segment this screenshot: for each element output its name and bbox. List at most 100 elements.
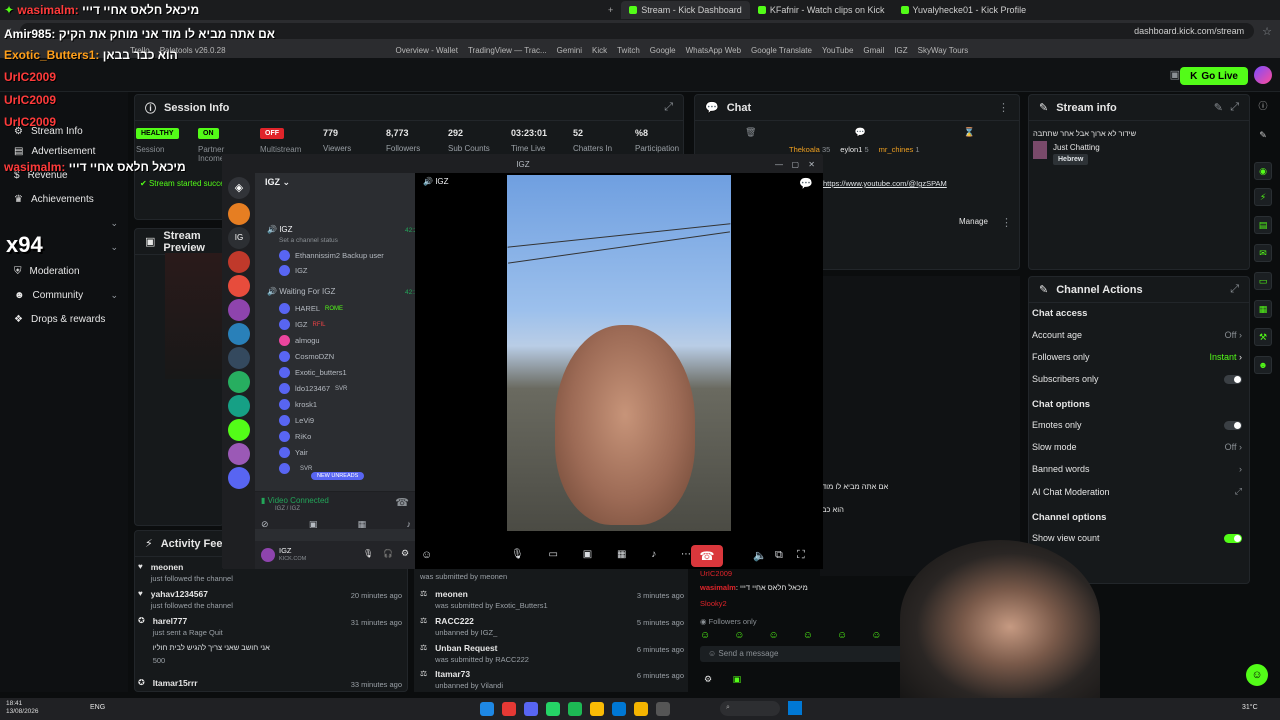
banned-words-row[interactable]: Banned words ›: [1032, 464, 1242, 474]
mic-icon[interactable]: 🎙: [363, 549, 373, 558]
chat-fab[interactable]: ☺: [1246, 664, 1268, 686]
soundboard-icon[interactable]: ♪: [406, 519, 411, 530]
subscribers-only-row[interactable]: Subscribers only: [1032, 374, 1242, 384]
voice-user[interactable]: LeVi9: [279, 415, 314, 426]
activities-icon[interactable]: ▦: [358, 519, 367, 530]
sidebar-item-moderation[interactable]: ⛨ Moderation: [14, 266, 80, 277]
edit-icon[interactable]: ✎: [1214, 101, 1223, 114]
emote-icon[interactable]: ☺: [700, 630, 710, 641]
voice-channel-header[interactable]: 🔊 Waiting For IGZ: [267, 287, 335, 296]
kick-icon[interactable]: ▣: [733, 674, 742, 684]
server-icon[interactable]: [228, 419, 250, 441]
mic-icon[interactable]: 🎙: [511, 549, 524, 560]
emotes-only-row[interactable]: Emotes only: [1032, 420, 1242, 430]
close-icon[interactable]: ✕: [808, 160, 815, 169]
server-icon[interactable]: [228, 203, 250, 225]
bookmark-item[interactable]: Gemini: [557, 46, 582, 55]
chevron-down-icon[interactable]: ⌄: [110, 290, 118, 301]
app-icon[interactable]: [634, 702, 648, 716]
clock[interactable]: 18:41 13/08/2026: [6, 700, 39, 716]
weather[interactable]: 31°C: [1242, 704, 1258, 711]
grid-icon[interactable]: ▦: [1254, 300, 1272, 318]
app-icon[interactable]: [502, 702, 516, 716]
server-icon[interactable]: [228, 275, 250, 297]
pinned-message[interactable]: https://www.youtube.com/@IgzSPAM: [823, 179, 947, 188]
emote-icon[interactable]: ☺: [734, 630, 744, 641]
server-icon[interactable]: [228, 347, 250, 369]
hang-up-button[interactable]: ☎: [691, 545, 723, 567]
bolt-icon[interactable]: ⚡: [1254, 188, 1272, 206]
windows-start-icon[interactable]: [788, 701, 802, 715]
minimize-icon[interactable]: —: [775, 160, 783, 169]
voice-user[interactable]: SVR: [279, 463, 312, 474]
soundboard-icon[interactable]: ♪: [651, 549, 656, 560]
go-live-button[interactable]: K Go Live: [1180, 67, 1248, 85]
more-icon[interactable]: ⋯: [681, 549, 691, 560]
sidebar-item-community[interactable]: ☻ Community: [14, 290, 83, 301]
avatar[interactable]: [261, 548, 275, 562]
chevron-down-icon[interactable]: ⌄: [110, 218, 118, 229]
avatar[interactable]: [1254, 66, 1272, 84]
clip-icon[interactable]: ▤: [1254, 216, 1272, 234]
language-indicator[interactable]: ENG: [90, 704, 105, 711]
server-icon[interactable]: [228, 323, 250, 345]
app-icon[interactable]: [612, 702, 626, 716]
headphones-icon[interactable]: 🎧: [383, 549, 393, 558]
voice-user[interactable]: HAREL ROME: [279, 303, 343, 314]
sidebar-item-advertisement[interactable]: ▤ Advertisement: [14, 146, 95, 157]
gear-icon[interactable]: ⚙: [401, 548, 409, 559]
bookmark-item[interactable]: Kick: [592, 46, 607, 55]
bookmark-item[interactable]: Twitch: [617, 46, 640, 55]
people-icon[interactable]: ☻: [1254, 356, 1272, 374]
discord-home-icon[interactable]: ◈: [228, 177, 250, 199]
bookmark-item[interactable]: YouTube: [822, 46, 853, 55]
server-icon[interactable]: [228, 443, 250, 465]
server-icon[interactable]: [228, 371, 250, 393]
pencil-icon[interactable]: ✎: [1254, 126, 1272, 144]
emote-icon[interactable]: ☺: [769, 630, 779, 641]
popout-icon[interactable]: ⧉: [775, 549, 783, 562]
screen-share-icon[interactable]: ▣: [583, 549, 592, 560]
voice-user[interactable]: Ethannissim2 Backup user: [279, 250, 384, 261]
camera-icon[interactable]: ◉: [1254, 162, 1272, 180]
app-icon[interactable]: [568, 702, 582, 716]
server-icon[interactable]: [228, 395, 250, 417]
server-icon[interactable]: [228, 299, 250, 321]
sidebar-item-drops[interactable]: ❖ Drops & rewards: [14, 314, 105, 325]
bookmark-item[interactable]: Google: [650, 46, 676, 55]
voice-user[interactable]: Yair: [279, 447, 308, 458]
manage-button[interactable]: Manage: [959, 217, 988, 226]
browser-tab-clips[interactable]: KFafnir - Watch clips on Kick: [750, 1, 893, 19]
expand-icon[interactable]: ⤢: [1230, 101, 1239, 114]
chat-icon[interactable]: 💬: [799, 177, 813, 190]
app-icon[interactable]: [480, 702, 494, 716]
app-icon[interactable]: [656, 702, 670, 716]
taskbar-search[interactable]: ⌕: [720, 701, 780, 716]
server-icon[interactable]: IG: [228, 227, 250, 249]
gear-icon[interactable]: ⚙: [704, 674, 712, 684]
subscribers-only-toggle[interactable]: [1224, 374, 1242, 384]
voice-user[interactable]: almogu: [279, 335, 320, 346]
bookmark-icon[interactable]: ☆: [1262, 25, 1272, 38]
bookmark-item[interactable]: Google Translate: [751, 46, 812, 55]
info-icon[interactable]: ⓘ: [1254, 96, 1272, 114]
maximize-icon[interactable]: ▢: [791, 160, 799, 169]
app-icon[interactable]: [524, 702, 538, 716]
stream-preview-thumbnail[interactable]: [165, 253, 223, 379]
more-icon[interactable]: ⋮: [1001, 216, 1012, 229]
server-name[interactable]: IGZ ⌄: [265, 177, 290, 188]
layout-icon[interactable]: ▣: [1170, 68, 1180, 81]
camera-off-icon[interactable]: ⊘: [261, 519, 269, 530]
browser-tab-profile[interactable]: Yuvalyhecke01 - Kick Profile: [893, 1, 1035, 19]
disconnect-icon[interactable]: ☎: [395, 496, 409, 509]
voice-user[interactable]: IGZ: [279, 265, 308, 276]
voice-user[interactable]: krosk1: [279, 399, 317, 410]
sidebar-item-achievements[interactable]: ♛ Achievements: [14, 194, 94, 205]
chat-input[interactable]: ☺ Send a message: [700, 646, 930, 662]
expand-icon[interactable]: ⤢: [664, 101, 673, 114]
layout-icon[interactable]: ▭: [1254, 272, 1272, 290]
invite-icon[interactable]: ☺: [421, 549, 432, 561]
new-unreads-pill[interactable]: NEW UNREADS: [311, 472, 365, 480]
ai-moderation-row[interactable]: AI Chat Moderation ⤢: [1032, 486, 1242, 497]
bookmark-item[interactable]: Overview - Wallet: [396, 46, 458, 55]
